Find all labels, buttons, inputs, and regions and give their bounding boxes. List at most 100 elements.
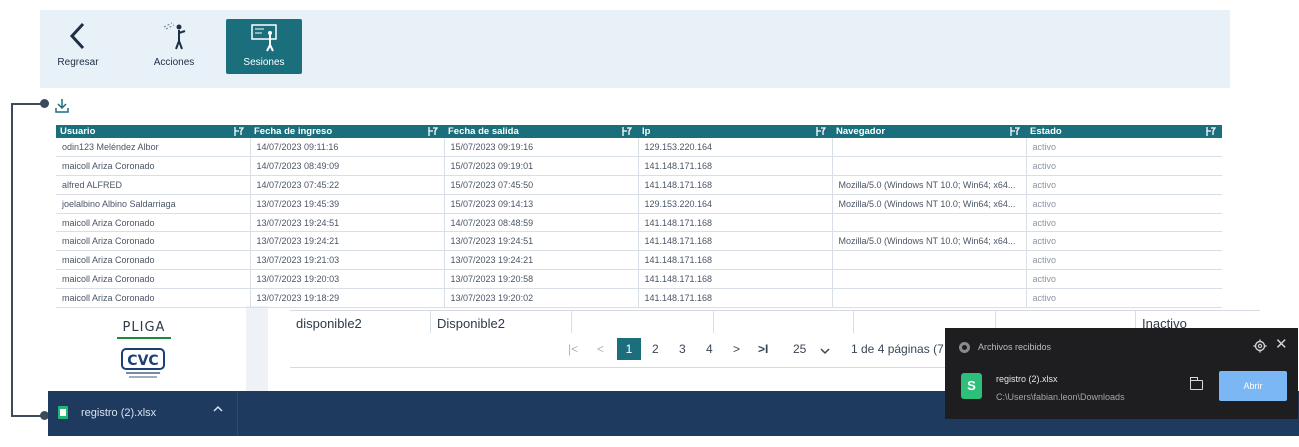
- table-row[interactable]: maicoll Ariza Coronado 13/07/2023 19:20:0…: [56, 269, 1222, 289]
- table-row[interactable]: maicoll Ariza Coronado 14/07/2023 08:49:0…: [56, 156, 1222, 177]
- table-cell: joelalbino Albino Saldarriaga: [56, 194, 251, 214]
- column-header[interactable]: Fecha de ingreso: [250, 125, 444, 138]
- filter-icon[interactable]: [428, 126, 438, 137]
- table-cell: activo: [1026, 213, 1222, 233]
- page-button-active[interactable]: 1: [617, 338, 641, 360]
- table-cell: 15/07/2023 09:19:16: [444, 138, 639, 158]
- filter-icon[interactable]: [816, 126, 826, 137]
- filter-icon[interactable]: [622, 126, 632, 137]
- sessions-button[interactable]: Sesiones: [226, 19, 302, 74]
- gear-icon[interactable]: [1253, 339, 1267, 353]
- presenter-icon: [136, 19, 212, 53]
- filter-icon[interactable]: [234, 126, 244, 137]
- table-row[interactable]: odin123 Meléndez Albor 14/07/2023 09:11:1…: [56, 138, 1222, 158]
- spreadsheet-file-icon: [58, 406, 68, 419]
- page-summary: 1 de 4 páginas (7: [851, 342, 944, 356]
- page-size-select[interactable]: 25: [793, 342, 806, 356]
- column-header-label: Navegador: [836, 126, 886, 137]
- page-button[interactable]: 4: [706, 342, 713, 356]
- column-header-label: Estado: [1030, 126, 1062, 137]
- folder-icon[interactable]: [1190, 377, 1203, 390]
- table-cell: 141.148.171.168: [638, 288, 833, 308]
- table-row[interactable]: maicoll Ariza Coronado 13/07/2023 19:18:2…: [56, 288, 1222, 308]
- table-cell: maicoll Ariza Coronado: [56, 156, 251, 177]
- download-status-icon: [959, 342, 970, 353]
- table-cell: [832, 288, 1027, 308]
- table-cell: 141.148.171.168: [638, 213, 833, 233]
- table-cell: 13/07/2023 19:24:21: [444, 250, 639, 271]
- actions-button[interactable]: Acciones: [136, 19, 212, 74]
- page-button[interactable]: 2: [652, 342, 659, 356]
- table-cell: 15/07/2023 07:45:50: [444, 175, 639, 195]
- table-header-row: Usuario Fecha de ingreso Fecha de salida…: [56, 125, 1222, 138]
- column-header-label: Fecha de ingreso: [254, 126, 333, 137]
- pliga-logo-underline: [117, 337, 171, 339]
- table-row[interactable]: maicoll Ariza Coronado 13/07/2023 19:21:0…: [56, 250, 1222, 271]
- chevron-up-icon[interactable]: [213, 405, 223, 416]
- column-header[interactable]: Fecha de salida: [444, 125, 638, 138]
- downloads-popup: Archivos recibidos ✕ S registro (2).xlsx…: [945, 328, 1298, 419]
- table-cell: activo: [1026, 194, 1222, 214]
- column-header[interactable]: Ip: [638, 125, 832, 138]
- table-cell: 14/07/2023 09:11:16: [250, 138, 445, 158]
- first-page-button[interactable]: |<: [568, 342, 578, 356]
- table-cell: 13/07/2023 19:45:39: [250, 194, 445, 214]
- prev-page-button[interactable]: <: [597, 342, 604, 356]
- top-toolbar: Regresar Acciones Sesiones: [40, 10, 1230, 88]
- back-label: Regresar: [57, 57, 99, 68]
- table-cell: activo: [1026, 269, 1222, 289]
- sessions-table: Usuario Fecha de ingreso Fecha de salida…: [56, 125, 1222, 308]
- sessions-label: Sesiones: [243, 57, 285, 68]
- table-row[interactable]: maicoll Ariza Coronado 13/07/2023 19:24:5…: [56, 213, 1222, 233]
- table-cell: 14/07/2023 07:45:22: [250, 175, 445, 195]
- cell-divider: [713, 311, 714, 333]
- table-row[interactable]: joelalbino Albino Saldarriaga 13/07/2023 …: [56, 194, 1222, 214]
- download-icon[interactable]: [55, 98, 69, 114]
- popup-file-name: registro (2).xlsx: [996, 374, 1058, 384]
- table-cell: 14/07/2023 08:48:59: [444, 213, 639, 233]
- table-cell: 13/07/2023 19:20:03: [250, 269, 445, 289]
- table-cell: odin123 Meléndez Albor: [56, 138, 251, 158]
- table-cell: 13/07/2023 19:21:03: [250, 250, 445, 271]
- table-cell: 141.148.171.168: [638, 269, 833, 289]
- chevron-left-icon: [46, 19, 110, 53]
- table-row[interactable]: maicoll Ariza Coronado 13/07/2023 19:24:2…: [56, 231, 1222, 252]
- table-cell: 141.148.171.168: [638, 175, 833, 195]
- next-page-button[interactable]: >: [733, 342, 740, 356]
- page-button[interactable]: 3: [679, 342, 686, 356]
- table-cell: 14/07/2023 08:49:09: [250, 156, 445, 177]
- last-page-button[interactable]: >I: [758, 342, 768, 356]
- table-cell: 13/07/2023 19:24:21: [250, 231, 445, 252]
- table-cell: [832, 138, 1027, 158]
- cell-divider: [571, 311, 572, 333]
- table-row[interactable]: alfred ALFRED 14/07/2023 07:45:22 15/07/20…: [56, 175, 1222, 195]
- table-cell: [832, 250, 1027, 271]
- filter-icon[interactable]: [1206, 126, 1216, 137]
- back-button[interactable]: Regresar: [46, 19, 110, 74]
- table-cell: Mozilla/5.0 (Windows NT 10.0; Win64; x64…: [832, 194, 1027, 214]
- spreadsheet-file-icon: S: [961, 373, 982, 399]
- open-button[interactable]: Abrir: [1219, 371, 1287, 401]
- cell-value: Disponible2: [437, 316, 505, 331]
- cvc-logo: CVC: [118, 347, 168, 381]
- table-cell: 13/07/2023 19:20:02: [444, 288, 639, 308]
- table-cell: Mozilla/5.0 (Windows NT 10.0; Win64; x64…: [832, 175, 1027, 195]
- column-header[interactable]: Estado: [1026, 125, 1222, 138]
- download-file-name: registro (2).xlsx: [81, 407, 157, 419]
- table-cell: 13/07/2023 19:18:29: [250, 288, 445, 308]
- table-cell: activo: [1026, 288, 1222, 308]
- popup-file-path: C:\Users\fabian.leon\Downloads: [996, 392, 1125, 402]
- table-cell: activo: [1026, 231, 1222, 252]
- close-icon[interactable]: ✕: [1275, 337, 1288, 352]
- chevron-down-icon[interactable]: [820, 344, 830, 358]
- column-header-label: Usuario: [60, 126, 96, 137]
- table-cell: 15/07/2023 09:19:01: [444, 156, 639, 177]
- table-cell: maicoll Ariza Coronado: [56, 231, 251, 252]
- column-header[interactable]: Navegador: [832, 125, 1026, 138]
- filter-icon[interactable]: [1010, 126, 1020, 137]
- table-cell: maicoll Ariza Coronado: [56, 250, 251, 271]
- table-cell: [832, 156, 1027, 177]
- column-header[interactable]: Usuario: [56, 125, 250, 138]
- table-cell: activo: [1026, 250, 1222, 271]
- download-item[interactable]: registro (2).xlsx: [48, 391, 238, 436]
